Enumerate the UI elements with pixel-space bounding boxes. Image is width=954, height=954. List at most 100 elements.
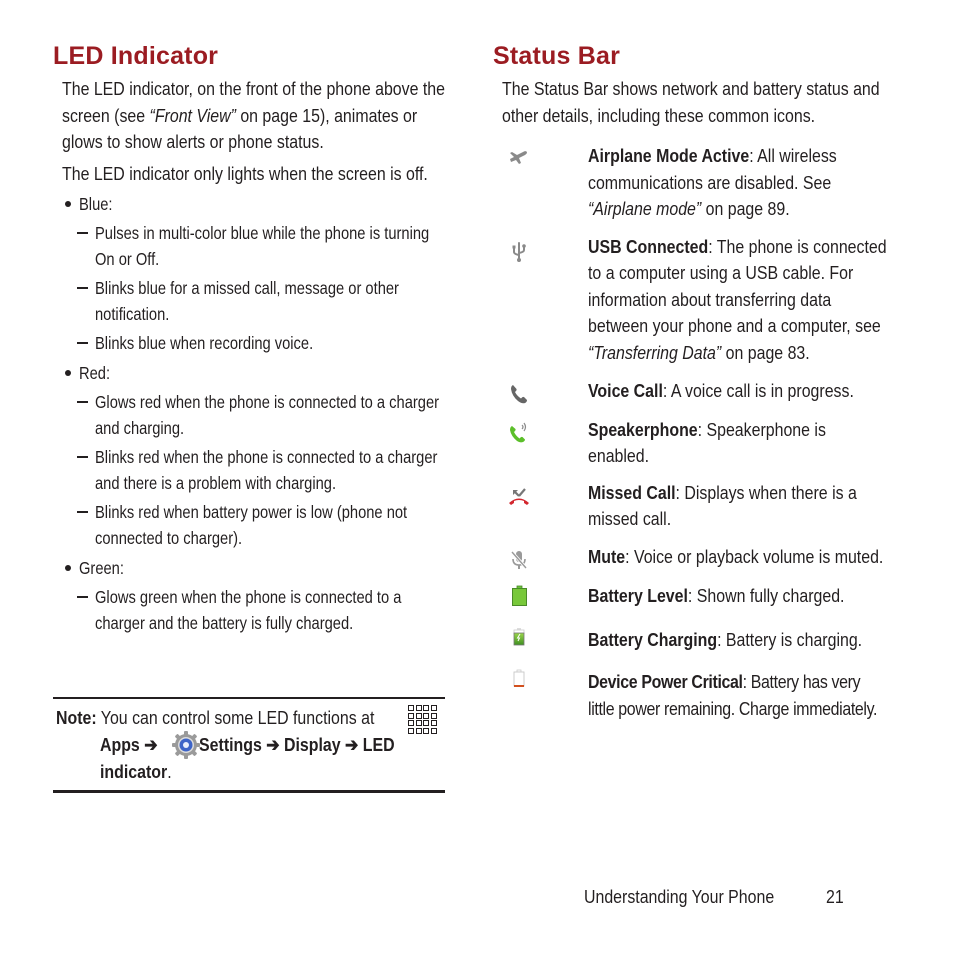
status-icon-description: Airplane Mode Active: All wireless commu… [588, 143, 887, 223]
status-intro-paragraph: The Status Bar shows network and battery… [502, 78, 880, 126]
status-icon-row-battery-charging: Battery Charging: Battery is charging. [493, 627, 893, 654]
icon-name: Voice Call [588, 380, 663, 401]
color-label: Green: [79, 558, 124, 578]
status-icon-list: Airplane Mode Active: All wireless commu… [493, 143, 893, 722]
led-label: LED [362, 734, 395, 755]
led-color-item-green: Green: Glows green when the phone is con… [53, 555, 445, 636]
page-reference: “Transferring Data” [588, 341, 722, 363]
list-item-text: Glows red when the phone is connected to… [95, 392, 440, 438]
status-icon-description: Missed Call: Displays when there is a mi… [588, 480, 887, 533]
icon-desc-after: on page 89. [701, 198, 790, 219]
led-lights-paragraph: The LED indicator only lights when the s… [62, 162, 428, 184]
bullet-icon [65, 201, 71, 207]
icon-name: Airplane Mode Active [588, 145, 750, 166]
icon-name: Missed Call [588, 481, 676, 503]
dash-icon [77, 511, 88, 513]
led-intro-paragraph: The LED indicator, on the front of the p… [62, 76, 453, 156]
usb-icon [512, 241, 526, 262]
color-label: Red: [79, 363, 111, 383]
icon-name: Battery Charging [588, 628, 718, 650]
list-item: Blinks blue for a missed call, message o… [53, 275, 445, 327]
status-icon-description: Device Power Critical: Battery has very … [588, 669, 887, 722]
status-icon-row-voice-call: Voice Call: A voice call is in progress. [493, 378, 893, 405]
icon-name: Mute [588, 545, 626, 567]
note-line-1: Note: You can control some LED functions… [56, 705, 374, 731]
list-item-text: Blinks blue for a missed call, message o… [95, 278, 399, 324]
status-icon-description: USB Connected: The phone is connected to… [588, 234, 887, 367]
list-item: Blinks blue when recording voice. [53, 330, 445, 356]
mute-icon [510, 550, 528, 569]
list-item: Blinks red when battery power is low (ph… [53, 499, 445, 551]
icon-name: USB Connected [588, 235, 709, 257]
bullet-row: Blue: [53, 191, 445, 217]
status-icon-row-battery-level: Battery Level: Shown fully charged. [493, 583, 893, 610]
icon-desc: : Shown fully charged. [687, 585, 845, 606]
list-item-text: Blinks blue when recording voice. [95, 333, 314, 353]
arrow-icon: ➔ [266, 734, 280, 755]
color-label: Blue: [79, 194, 113, 214]
icon-desc: : Voice or playback volume is muted. [625, 545, 884, 567]
list-item-text: Blinks red when battery power is low (ph… [95, 502, 408, 548]
bullet-icon [65, 565, 71, 571]
dash-icon [77, 287, 88, 289]
note-box: Note: You can control some LED functions… [53, 697, 445, 793]
list-item-text: Glows green when the phone is connected … [95, 587, 402, 633]
voice-call-icon [511, 385, 527, 404]
icon-desc-after: on page 83. [721, 341, 810, 363]
status-icon-description: Mute: Voice or playback volume is muted. [588, 544, 887, 571]
note-text: You can control some LED functions at [100, 707, 375, 728]
status-icon-description: Battery Level: Shown fully charged. [588, 583, 887, 610]
status-icon-description: Battery Charging: Battery is charging. [588, 627, 887, 654]
list-item-text: Blinks red when the phone is connected t… [95, 447, 438, 493]
sub-list: Glows red when the phone is connected to… [53, 389, 445, 551]
battery-full-icon [512, 585, 527, 606]
missed-call-icon [509, 487, 529, 505]
note-label: Note: [56, 707, 97, 728]
display-label: Display [284, 734, 341, 755]
airplane-icon [510, 151, 527, 164]
status-icon-row-power-critical: Device Power Critical: Battery has very … [493, 669, 893, 722]
status-icon-description: Voice Call: A voice call is in progress. [588, 378, 887, 405]
footer-section-title: Understanding Your Phone [584, 886, 775, 907]
bullet-icon [65, 370, 71, 376]
dash-icon [77, 401, 88, 403]
dash-icon [77, 342, 88, 344]
led-indicator-section: LED Indicator The LED indicator, on the … [53, 40, 445, 636]
status-icon-row-mute: Mute: Voice or playback volume is muted. [493, 544, 893, 571]
arrow-icon: ➔ [345, 734, 359, 755]
icon-name: Device Power Critical [588, 671, 743, 692]
indicator-label: indicator [100, 761, 168, 782]
speakerphone-icon [510, 422, 527, 442]
status-icon-row-speakerphone: Speakerphone: Speakerphone is enabled. [493, 417, 893, 470]
period: . [167, 761, 172, 782]
status-icon-description: Speakerphone: Speakerphone is enabled. [588, 417, 887, 470]
icon-name: Battery Level [588, 585, 688, 606]
note-line-2: Apps ➔ Settings ➔ Display ➔ LED [100, 732, 395, 758]
status-icon-row-airplane: Airplane Mode Active: All wireless commu… [493, 143, 893, 223]
list-item: Blinks red when the phone is connected t… [53, 444, 445, 496]
list-item: Glows green when the phone is connected … [53, 584, 445, 636]
status-icon-row-missed-call: Missed Call: Displays when there is a mi… [493, 480, 893, 533]
bullet-row: Red: [53, 360, 445, 386]
status-bar-section: Status Bar The Status Bar shows network … [493, 40, 893, 722]
apps-grid-icon [408, 705, 438, 735]
list-item: Glows red when the phone is connected to… [53, 389, 445, 441]
battery-critical-icon [513, 669, 525, 687]
note-line-3: indicator. [100, 759, 172, 785]
led-color-list: Blue: Pulses in multi-color blue while t… [53, 191, 445, 636]
battery-charging-icon [513, 627, 525, 645]
section-heading-led-indicator: LED Indicator [53, 42, 219, 70]
arrow-icon: ➔ [144, 734, 158, 755]
status-icon-row-usb: USB Connected: The phone is connected to… [493, 234, 893, 367]
dash-icon [77, 232, 88, 234]
sub-list: Pulses in multi-color blue while the pho… [53, 220, 445, 356]
list-item-text: Pulses in multi-color blue while the pho… [95, 223, 430, 269]
list-item: Pulses in multi-color blue while the pho… [53, 220, 445, 272]
icon-desc: : A voice call is in progress. [662, 380, 854, 401]
led-color-item-blue: Blue: Pulses in multi-color blue while t… [53, 191, 445, 356]
led-color-item-red: Red: Glows red when the phone is connect… [53, 360, 445, 551]
front-view-reference: “Front View” [149, 104, 236, 126]
bullet-row: Green: [53, 555, 445, 581]
settings-label: Settings [199, 734, 262, 755]
page-reference: “Airplane mode” [588, 198, 702, 219]
